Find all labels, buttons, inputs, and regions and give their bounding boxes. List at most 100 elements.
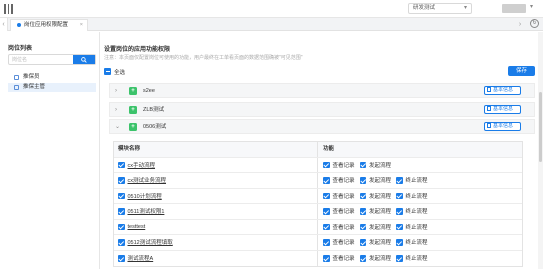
checkbox-checked-icon[interactable] (396, 223, 403, 230)
module-checkbox[interactable] (118, 177, 125, 184)
module-name-link[interactable]: 测试流程A (128, 254, 154, 262)
tab-position-app-permission[interactable]: 岗位应用权限配置 × (10, 19, 88, 31)
function-cell: 查看记录 发起流程 终止流程 (318, 173, 522, 188)
checkbox-checked-icon[interactable] (396, 177, 403, 184)
refresh-icon[interactable]: ↻ (530, 19, 539, 28)
app-add-icon[interactable]: + (129, 106, 137, 114)
tab-active-dot-icon (17, 22, 21, 27)
chevron-right-icon[interactable]: › (115, 106, 117, 114)
function-checkbox-item[interactable]: 查看记录 (323, 192, 355, 200)
module-checkbox[interactable] (118, 255, 125, 262)
tab-label: 岗位应用权限配置 (24, 22, 69, 28)
table-row: cx测试业务流程 查看记录 发起流程 终止流程 (114, 173, 522, 189)
function-checkbox-item[interactable]: 查看记录 (323, 161, 355, 169)
user-chevron-down-icon[interactable]: ▾ (530, 3, 533, 10)
module-checkbox[interactable] (118, 239, 125, 246)
module-name-link[interactable]: 0510计划流程 (128, 192, 162, 200)
function-label: 发起流程 (369, 224, 392, 231)
module-name-link[interactable]: testtest (128, 224, 146, 230)
checkbox-checked-icon[interactable] (359, 161, 367, 168)
app-group-row-expanded[interactable]: ⌄ + 0506测试 基本信息 (109, 119, 535, 134)
checkbox-checked-icon[interactable] (359, 177, 367, 184)
search-button[interactable] (73, 55, 95, 64)
function-checkbox-item[interactable]: 终止流程 (396, 207, 428, 215)
basic-info-button[interactable]: 基本信息 (484, 105, 521, 114)
basic-info-label: 基本信息 (493, 106, 514, 112)
module-name-link[interactable]: cx手动流程 (128, 161, 156, 169)
function-checkbox-item[interactable]: 查看记录 (323, 238, 355, 246)
app-group-row[interactable]: › + ZLB测试 基本信息 (109, 102, 535, 117)
checkbox-checked-icon[interactable] (359, 239, 367, 246)
tab-close-icon[interactable]: × (80, 20, 83, 31)
function-checkbox-item[interactable]: 查看记录 (323, 254, 355, 262)
vertical-scrollbar[interactable] (538, 32, 543, 269)
function-label: 发起流程 (369, 240, 392, 247)
checkbox-checked-icon[interactable] (359, 255, 367, 262)
app-group-row[interactable]: › + s2ee 基本信息 (109, 83, 535, 98)
app-add-icon[interactable]: + (129, 87, 137, 95)
app-add-icon[interactable]: + (129, 123, 137, 131)
function-label: 终止流程 (405, 178, 428, 185)
module-name-link[interactable]: 0511测试权限1 (128, 207, 165, 215)
tab-scroll-left-icon[interactable]: ‹ (0, 18, 8, 31)
checkbox-checked-icon[interactable] (323, 223, 330, 230)
tab-scroll-right-icon[interactable]: › (516, 18, 524, 31)
basic-info-label: 基本信息 (493, 87, 514, 93)
checkbox-checked-icon[interactable] (323, 239, 330, 246)
select-all-toggle[interactable]: 全选 (104, 67, 125, 76)
menu-icon[interactable] (4, 4, 13, 14)
checkbox-checked-icon[interactable] (396, 192, 403, 199)
function-checkbox-item[interactable]: 查看记录 (323, 176, 355, 184)
function-checkbox-item[interactable]: 查看记录 (323, 207, 355, 215)
org-select[interactable]: 研发测试 ▾ (408, 3, 472, 14)
function-checkbox-item[interactable]: 发起流程 (359, 238, 392, 247)
save-button[interactable]: 保存 (508, 66, 535, 76)
function-label: 终止流程 (405, 209, 428, 216)
checkbox-checked-icon[interactable] (323, 177, 330, 184)
column-header-module: 模块名称 (114, 142, 318, 157)
basic-info-button[interactable]: 基本信息 (484, 122, 521, 131)
checkbox-checked-icon[interactable] (323, 208, 330, 215)
checkbox-checked-icon[interactable] (396, 255, 403, 262)
function-checkbox-item[interactable]: 终止流程 (396, 238, 428, 246)
module-function-table: 模块名称 功能 cx手动流程 查看记录 发起流程 cx测试业务流程 查看记录 发起流程 终止… (113, 141, 523, 267)
function-checkbox-item[interactable]: 终止流程 (396, 254, 428, 262)
function-checkbox-item[interactable]: 查看记录 (323, 223, 355, 231)
module-checkbox[interactable] (118, 208, 125, 215)
position-search-input[interactable] (9, 55, 73, 64)
user-name-redacted[interactable] (502, 4, 526, 13)
function-checkbox-item[interactable]: 终止流程 (396, 192, 428, 200)
module-checkbox[interactable] (118, 161, 125, 168)
module-checkbox[interactable] (118, 192, 125, 199)
basic-info-label: 基本信息 (493, 123, 514, 129)
checkbox-checked-icon[interactable] (396, 208, 403, 215)
function-checkbox-item[interactable]: 终止流程 (396, 223, 428, 231)
function-checkbox-item[interactable]: 发起流程 (359, 207, 391, 215)
position-item-selected[interactable]: 推保主管 (8, 83, 96, 92)
scrollbar-thumb[interactable] (539, 92, 542, 162)
function-cell: 查看记录 发起流程 终止流程 (318, 189, 522, 204)
function-checkbox-item[interactable]: 发起流程 (359, 161, 392, 169)
chevron-down-icon[interactable]: ⌄ (115, 123, 120, 131)
function-checkbox-item[interactable]: 终止流程 (396, 176, 428, 184)
function-checkbox-item[interactable]: 发起流程 (359, 192, 391, 200)
position-item[interactable]: 推保员 (8, 73, 96, 82)
module-cell: 测试流程A (114, 250, 318, 266)
module-name-link[interactable]: cx测试业务流程 (128, 176, 167, 184)
checkbox-checked-icon[interactable] (359, 208, 367, 215)
checkbox-checked-icon[interactable] (323, 161, 330, 168)
function-checkbox-item[interactable]: 发起流程 (359, 223, 392, 231)
module-checkbox[interactable] (118, 223, 125, 230)
function-checkbox-item[interactable]: 发起流程 (359, 176, 391, 184)
basic-info-button[interactable]: 基本信息 (484, 86, 521, 95)
checkbox-checked-icon[interactable] (323, 255, 330, 262)
module-name-link[interactable]: 0512测试流程填取 (128, 238, 173, 246)
function-checkbox-item[interactable]: 发起流程 (359, 254, 391, 262)
indeterminate-checkbox-icon (104, 68, 111, 75)
checkbox-checked-icon[interactable] (359, 223, 367, 230)
checkbox-checked-icon[interactable] (323, 192, 330, 199)
checkbox-checked-icon[interactable] (396, 239, 403, 246)
checkbox-checked-icon[interactable] (359, 192, 367, 199)
chevron-right-icon[interactable]: › (115, 87, 117, 95)
function-label: 发起流程 (369, 162, 392, 169)
